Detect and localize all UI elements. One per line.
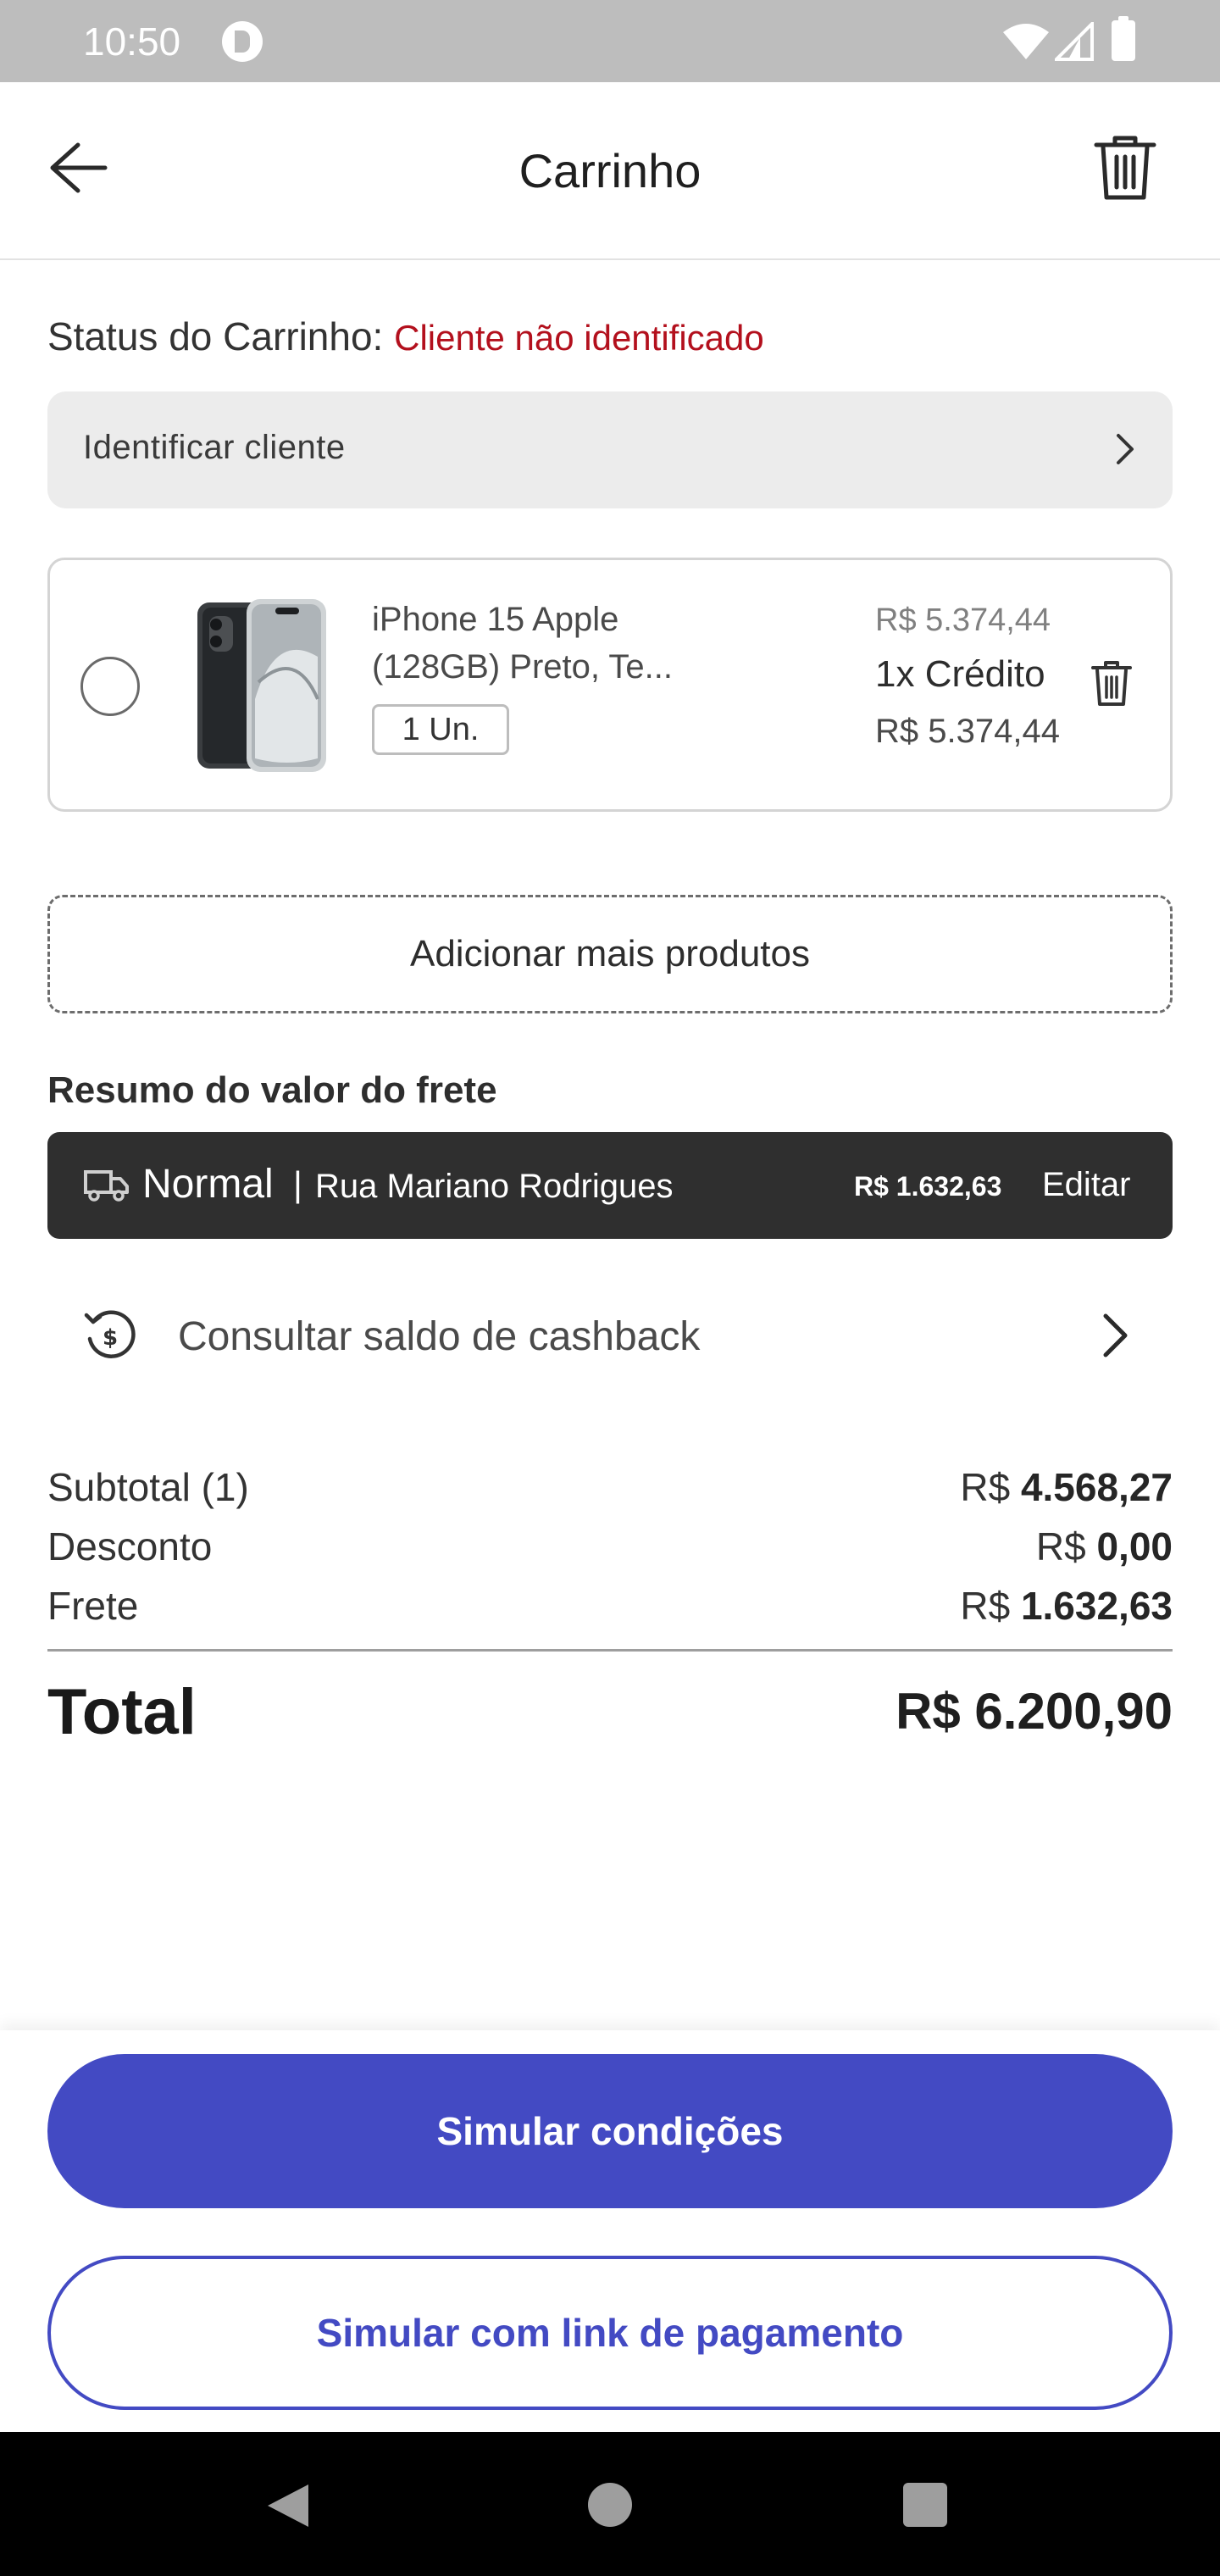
freight-mode: Normal — [142, 1162, 274, 1207]
subtotal-row: Subtotal (1) R$ 4.568,27 — [47, 1459, 1173, 1518]
freight-address: Rua Mariano Rodrigues — [315, 1168, 674, 1205]
remove-product-trash-icon[interactable] — [1090, 660, 1133, 708]
product-select-radio[interactable] — [80, 657, 140, 716]
product-installments: 1x Crédito — [875, 653, 1045, 695]
battery-icon — [1112, 16, 1135, 61]
total-value: R$ 6.200,90 — [896, 1683, 1173, 1740]
subtotal-label: Subtotal (1) — [47, 1465, 249, 1509]
freight-separator: | — [293, 1164, 302, 1204]
product-quantity[interactable]: 1 Un. — [372, 704, 509, 755]
freight-summary-title: Resumo do valor do frete — [47, 1069, 497, 1111]
freight-summary-bar: Normal | Rua Mariano Rodrigues R$ 1.632,… — [47, 1132, 1173, 1239]
freight-total-value: R$ 1.632,63 — [960, 1584, 1173, 1628]
discount-value: R$ 0,00 — [1035, 1524, 1173, 1568]
system-nav-bar — [0, 2432, 1220, 2576]
product-price-original: R$ 5.374,44 — [875, 602, 1051, 638]
identify-client-button[interactable]: Identificar cliente — [47, 391, 1173, 508]
product-name: iPhone 15 Apple (128GB) Preto, Te... — [372, 601, 673, 686]
discount-row: Desconto R$ 0,00 — [47, 1518, 1173, 1578]
chevron-right-icon — [1117, 434, 1134, 464]
freight-row: Frete R$ 1.632,63 — [47, 1578, 1173, 1637]
nav-recents-icon[interactable] — [903, 2483, 947, 2527]
cart-status-label: Status do Carrinho: — [47, 314, 384, 358]
cashback-icon: $ — [84, 1310, 136, 1358]
identify-client-label: Identificar cliente — [83, 429, 346, 466]
notification-app-icon — [222, 21, 263, 62]
cashback-label: Consultar saldo de cashback — [178, 1314, 701, 1359]
svg-text:$: $ — [103, 1325, 118, 1351]
product-price: R$ 5.374,44 — [875, 713, 1060, 750]
simulate-payment-link-button[interactable]: Simular com link de pagamento — [47, 2256, 1173, 2410]
add-more-products-button[interactable]: Adicionar mais produtos — [47, 895, 1173, 1013]
status-time: 10:50 — [83, 19, 181, 64]
bottom-actions: Simular condições Simular com link de pa… — [0, 2030, 1220, 2432]
total-row: Total R$ 6.200,90 — [47, 1652, 1173, 1753]
nav-back-icon[interactable] — [264, 2481, 312, 2530]
nav-home-icon[interactable] — [588, 2483, 632, 2527]
freight-edit-button[interactable]: Editar — [1042, 1166, 1131, 1204]
subtotal-value: R$ 4.568,27 — [960, 1465, 1173, 1509]
truck-icon — [84, 1170, 129, 1202]
total-label: Total — [47, 1676, 197, 1748]
freight-label: Frete — [47, 1584, 139, 1628]
freight-value: R$ 1.632,63 — [854, 1171, 1002, 1202]
wifi-icon — [1003, 24, 1049, 59]
cart-status: Status do Carrinho: Cliente não identifi… — [47, 314, 764, 359]
cart-product-card: iPhone 15 Apple (128GB) Preto, Te... 1 U… — [47, 558, 1173, 812]
status-bar: 10:50 — [0, 0, 1220, 82]
clear-cart-trash-icon[interactable] — [1093, 135, 1157, 203]
chevron-right-icon — [1103, 1313, 1128, 1357]
signal-icon — [1055, 22, 1094, 61]
order-summary: Subtotal (1) R$ 4.568,27 Desconto R$ 0,0… — [47, 1459, 1173, 1753]
cart-status-value: Cliente não identificado — [394, 318, 764, 358]
simulate-conditions-button[interactable]: Simular condições — [47, 2054, 1173, 2208]
cashback-balance-button[interactable]: $ Consultar saldo de cashback — [47, 1274, 1173, 1393]
page-title: Carrinho — [518, 144, 702, 197]
app-header: Carrinho — [0, 82, 1220, 260]
discount-label: Desconto — [47, 1524, 213, 1568]
product-image — [197, 599, 326, 772]
